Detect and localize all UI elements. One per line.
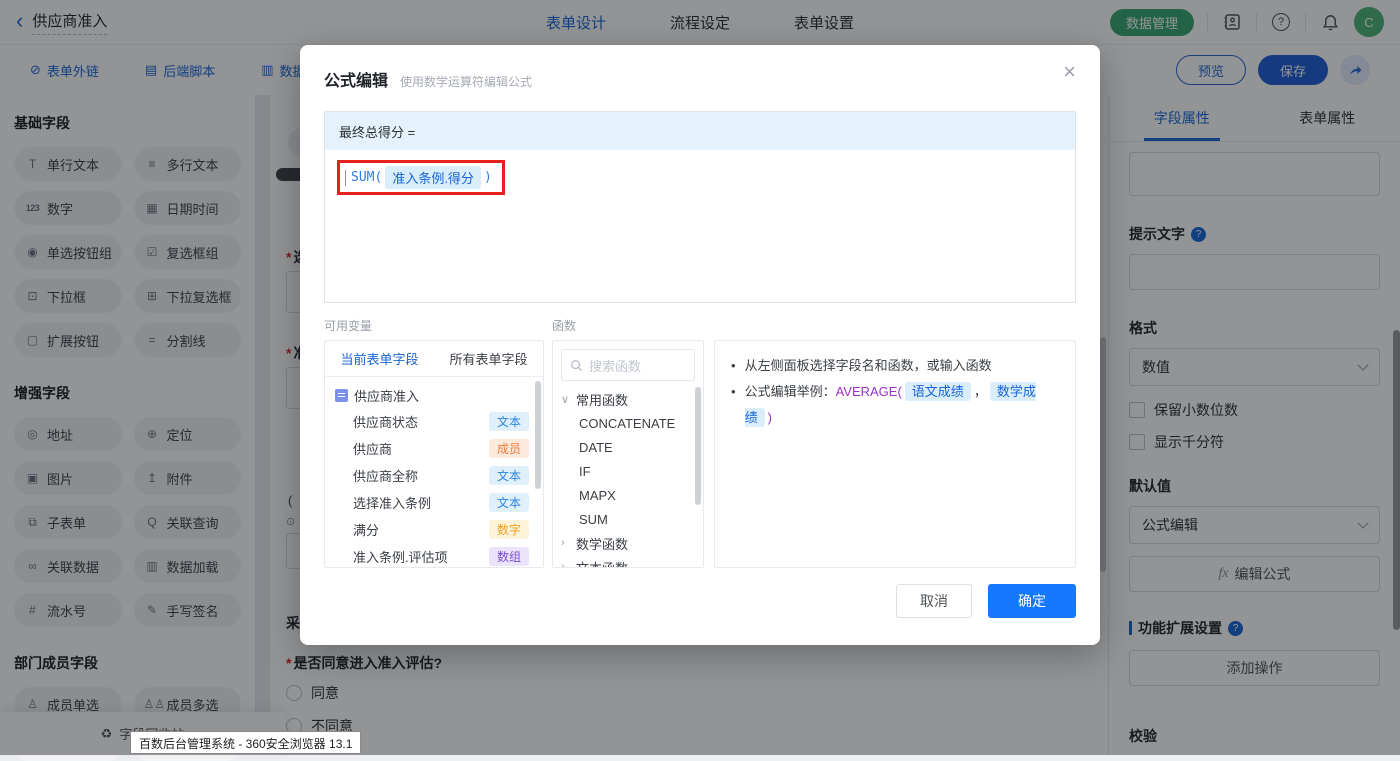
search-icon [570,359,583,372]
modal-subtitle: 使用数学运算符编辑公式 [400,73,532,90]
formula-field-chip[interactable]: 准入条例.得分 [385,166,481,189]
formula-editor[interactable]: SUM( 准入条例.得分 ) [325,150,1075,302]
example-function: AVERAGE( [836,384,902,399]
type-badge: 成员 [489,439,529,458]
formula-target: 最终总得分 = [325,112,1075,150]
function-item-date[interactable]: DATE [553,435,703,459]
function-item-if[interactable]: IF [553,459,703,483]
variables-label: 可用变量 [324,317,552,334]
type-badge: 文本 [489,412,529,431]
form-doc-icon [335,389,348,402]
variable-row[interactable]: 供应商全称文本 [325,462,543,489]
function-group-common[interactable]: ∨常用函数 [553,387,703,411]
browser-tooltip: 百数后台管理系统 - 360安全浏览器 13.1 [130,731,361,754]
chevron-right-icon: › [561,537,571,549]
variables-panel: 当前表单字段 所有表单字段 供应商准入 供应商状态文本 供应商成员 供应商全称文… [324,340,544,568]
text-caret [345,170,346,186]
example-field-chip: 语文成绩 [905,382,971,401]
function-item-mapx[interactable]: MAPX [553,483,703,507]
tab-current-form-fields[interactable]: 当前表单字段 [325,341,434,376]
functions-panel: 搜索函数 ∨常用函数 CONCATENATE DATE IF MAPX SUM … [552,340,704,568]
help-tip: 从左侧面板选择字段名和函数，或输入函数 [745,353,992,379]
function-search-input[interactable]: 搜索函数 [561,349,695,381]
variable-row[interactable]: 选择准入条例文本 [325,489,543,516]
variable-row[interactable]: 供应商状态文本 [325,408,543,435]
functions-scrollbar[interactable] [695,387,701,505]
type-badge: 数组 [489,547,529,566]
variable-row[interactable]: 供应商成员 [325,435,543,462]
type-badge: 数字 [489,520,529,539]
close-icon[interactable]: × [1063,61,1076,83]
modal-title: 公式编辑 [324,67,388,91]
variable-row[interactable]: 准入条例.评估项数组 [325,543,543,568]
formula-box: 最终总得分 = SUM( 准入条例.得分 ) [324,111,1076,303]
cancel-button[interactable]: 取消 [896,584,972,618]
type-badge: 文本 [489,493,529,512]
function-item-concatenate[interactable]: CONCATENATE [553,411,703,435]
search-placeholder: 搜索函数 [589,356,641,375]
formula-function: SUM( [351,170,382,185]
functions-label: 函数 [552,317,576,334]
variables-scrollbar[interactable] [535,381,541,489]
formula-annotation-box: SUM( 准入条例.得分 ) [337,160,505,195]
function-group-text[interactable]: ›文本函数 [553,555,703,568]
tab-all-form-fields[interactable]: 所有表单字段 [434,341,543,376]
function-item-sum[interactable]: SUM [553,507,703,531]
variable-row[interactable]: 满分数字 [325,516,543,543]
confirm-button[interactable]: 确定 [988,584,1076,618]
variable-tree-root[interactable]: 供应商准入 [325,382,543,408]
formula-edit-modal: 公式编辑 使用数学运算符编辑公式 × 最终总得分 = SUM( 准入条例.得分 … [300,45,1100,645]
function-group-math[interactable]: ›数学函数 [553,531,703,555]
chevron-down-icon: ∨ [561,393,571,406]
formula-close-paren: ) [484,170,492,185]
chevron-right-icon: › [561,561,571,568]
type-badge: 文本 [489,466,529,485]
help-panel: •从左侧面板选择字段名和函数，或输入函数 • 公式编辑举例：AVERAGE(语文… [714,340,1076,568]
help-example: 公式编辑举例：AVERAGE(语文成绩，数学成绩) [745,379,1059,431]
